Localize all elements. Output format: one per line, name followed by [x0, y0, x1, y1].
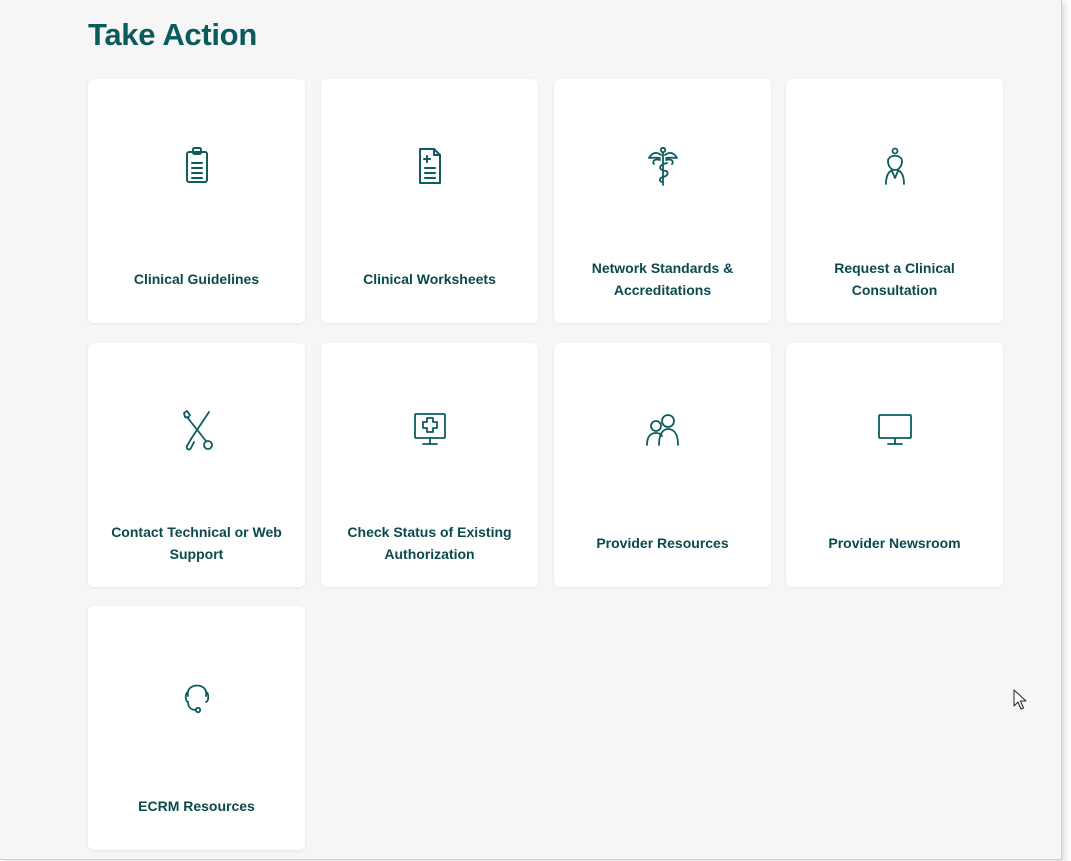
tile-provider-resources[interactable]: Provider Resources: [554, 343, 771, 587]
take-action-panel: Take Action Clinical Guidelines Clinical…: [0, 0, 1062, 860]
caduceus-icon: [641, 143, 685, 191]
tile-request-clinical-consultation[interactable]: Request a Clinical Consultation: [786, 79, 1003, 323]
tile-label: Clinical Worksheets: [363, 271, 496, 287]
page-title: Take Action: [88, 17, 257, 52]
mouse-pointer-icon: [1013, 689, 1027, 710]
tile-check-authorization-status[interactable]: Check Status of Existing Authorization: [321, 343, 538, 587]
tools-icon: [175, 407, 219, 455]
tile-contact-technical-support[interactable]: Contact Technical or Web Support: [88, 343, 305, 587]
tile-label: Clinical Guidelines: [133, 271, 260, 287]
tile-label: Network Standards & Accreditations: [591, 260, 734, 298]
tile-network-standards[interactable]: Network Standards & Accreditations: [554, 79, 771, 323]
medical-monitor-icon: [408, 407, 452, 455]
tile-label: Provider Newsroom: [828, 535, 961, 551]
monitor-icon: [873, 407, 917, 455]
tile-label: Request a Clinical Consultation: [834, 260, 955, 298]
clipboard-icon: [175, 143, 219, 191]
tile-provider-newsroom[interactable]: Provider Newsroom: [786, 343, 1003, 587]
tile-label: ECRM Resources: [138, 798, 255, 814]
tile-label: Provider Resources: [596, 535, 729, 551]
tile-ecrm-resources[interactable]: ECRM Resources: [88, 606, 305, 850]
medical-document-icon: [408, 143, 452, 191]
tile-clinical-guidelines[interactable]: Clinical Guidelines: [88, 79, 305, 323]
tile-label: Check Status of Existing Authorization: [347, 524, 512, 562]
tile-label: Contact Technical or Web Support: [111, 524, 282, 562]
doctor-icon: [873, 143, 917, 191]
people-icon: [641, 407, 685, 455]
tile-clinical-worksheets[interactable]: Clinical Worksheets: [321, 79, 538, 323]
headset-icon: [175, 670, 219, 718]
